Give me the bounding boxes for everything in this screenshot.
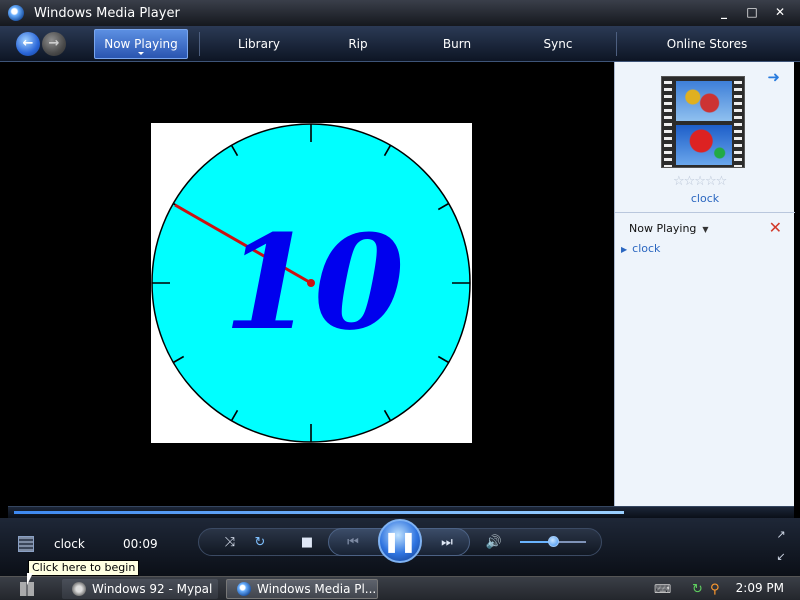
taskbar-item-mypal[interactable]: Windows 92 - Mypal — [62, 579, 218, 599]
taskbar-item-media-player[interactable]: Windows Media Pl... — [226, 579, 378, 599]
start-tooltip: Click here to begin — [28, 560, 140, 576]
taskbar-item-label: Windows Media Pl... — [257, 582, 377, 596]
close-button[interactable]: ✕ — [768, 3, 792, 21]
tab-burn[interactable]: Burn — [418, 26, 496, 62]
system-clock[interactable]: 2:09 PM — [736, 581, 784, 595]
elapsed-time: 00:09 — [123, 537, 158, 551]
media-player-icon — [8, 5, 24, 21]
chevron-down-icon: ▼ — [702, 225, 709, 234]
sidepanel-media-title[interactable]: clock — [615, 192, 795, 205]
tab-now-playing[interactable]: Now Playing — [94, 29, 188, 59]
clock-face: 10 — [151, 123, 471, 443]
network-icon[interactable]: ↻ — [692, 582, 703, 597]
balloon-photo — [676, 81, 732, 121]
media-type-icon[interactable] — [18, 536, 34, 552]
window-title: Windows Media Player — [34, 5, 180, 21]
clock-video-frame: 10 — [151, 123, 472, 443]
tab-rip[interactable]: Rip — [320, 26, 396, 62]
shuffle-icon[interactable]: ⤨ — [220, 532, 240, 552]
expand-arrow-icon[interactable]: ➜ — [767, 68, 780, 86]
rating-stars[interactable]: ☆☆☆☆☆ — [673, 174, 727, 189]
balloon-photo — [676, 125, 732, 165]
media-thumbnail — [661, 76, 745, 168]
compact-mode-icon[interactable]: ↙ — [774, 546, 788, 568]
nav-divider — [199, 32, 200, 56]
back-arrow-icon[interactable]: ← — [16, 31, 40, 56]
media-player-icon — [237, 582, 251, 596]
film-strip-icon — [734, 77, 742, 167]
maximize-button[interactable]: □ — [740, 3, 764, 21]
now-playing-dropdown[interactable]: Now Playing ▼ — [629, 222, 709, 235]
system-tray: ↻ ⚲ 2:09 PM — [680, 577, 800, 600]
film-strip-icon — [664, 77, 672, 167]
clock-number: 10 — [224, 206, 405, 359]
seek-bar[interactable] — [8, 506, 794, 518]
video-area[interactable]: 10 — [8, 62, 614, 506]
play-indicator-icon: ▶ — [621, 245, 628, 254]
tab-library[interactable]: Library — [220, 26, 298, 62]
window-controls: _ □ ✕ — [712, 3, 792, 21]
title-bar: Windows Media Player _ □ ✕ — [0, 0, 800, 26]
tab-online-stores[interactable]: Online Stores — [640, 26, 774, 62]
keyboard-icon[interactable]: ⌨ — [654, 582, 671, 596]
pause-button[interactable]: ❚❚ — [378, 519, 422, 563]
search-icon[interactable]: ⚲ — [710, 582, 720, 597]
seek-progress — [14, 511, 624, 514]
previous-button[interactable]: ⏮ — [338, 532, 368, 552]
tab-sync[interactable]: Sync — [518, 26, 598, 62]
forward-arrow-icon[interactable]: → — [42, 31, 66, 56]
playlist-item[interactable]: ▶ clock — [621, 242, 660, 255]
repeat-icon[interactable]: ↻ — [250, 532, 270, 552]
nav-bar: ← → Now Playing Library Rip Burn Sync On… — [0, 26, 800, 62]
browser-icon — [72, 582, 86, 596]
stop-button[interactable]: ■ — [297, 532, 317, 552]
now-playing-dropdown-label: Now Playing — [629, 222, 697, 235]
nav-divider — [616, 32, 617, 56]
volume-slider-handle[interactable] — [548, 536, 559, 547]
minimize-button[interactable]: _ — [712, 3, 736, 21]
clear-list-icon[interactable]: ✕ — [769, 218, 782, 237]
taskbar: Windows 92 - Mypal Windows Media Pl... ⌨… — [0, 576, 800, 600]
sidepanel-divider — [615, 212, 795, 213]
current-media-title: clock — [54, 537, 85, 551]
view-mode-controls: ↗ ↙ — [774, 524, 788, 568]
full-mode-icon[interactable]: ↗ — [774, 524, 788, 546]
now-playing-sidepanel: ➜ ☆☆☆☆☆ clock Now Playing ▼ ✕ ▶ clock — [614, 62, 795, 506]
taskbar-item-label: Windows 92 - Mypal — [92, 582, 213, 596]
playlist-item-label: clock — [632, 242, 661, 255]
mute-icon[interactable]: 🔊 — [484, 532, 504, 552]
next-button[interactable]: ⏭ — [432, 532, 462, 552]
mouse-cursor-icon — [27, 573, 33, 585]
